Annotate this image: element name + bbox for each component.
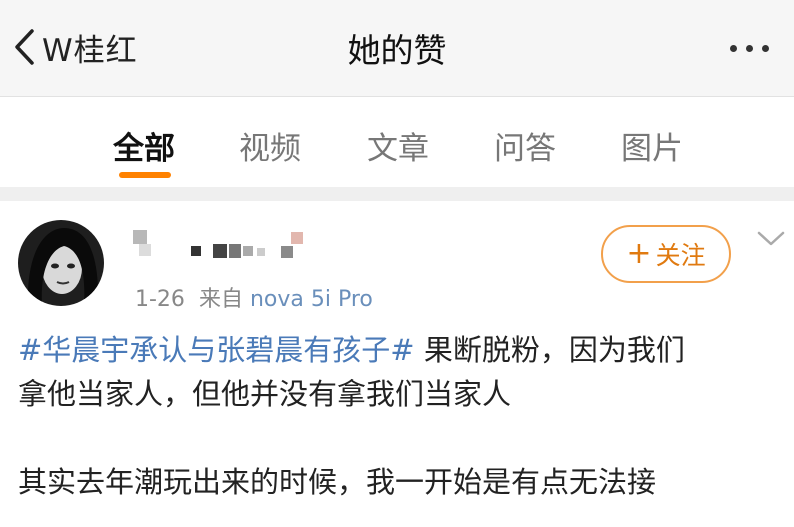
tab-video[interactable]: 视频 [239, 123, 301, 168]
nav-bar: W桂红 她的赞 [0, 0, 794, 97]
chevron-down-icon[interactable] [756, 227, 786, 251]
tab-bar: 全部 视频 文章 问答 图片 [0, 97, 794, 187]
post-line: 拿他当家人，但他并没有拿我们当家人 [18, 377, 512, 411]
more-icon[interactable] [730, 36, 786, 60]
section-divider [0, 187, 794, 201]
page-title: 她的赞 [347, 31, 447, 70]
tab-article[interactable]: 文章 [367, 123, 429, 168]
post-body: #华晨宇承认与张碧晨有孩子# 果断脱粉，因为我们 拿他当家人，但他并没有拿我们当… [18, 328, 788, 504]
post-date: 1-26 [135, 287, 185, 312]
tab-all[interactable]: 全部 [113, 123, 175, 168]
post-source: nova 5i Pro [249, 287, 373, 312]
tab-images[interactable]: 图片 [621, 123, 683, 168]
plus-icon: + [626, 236, 652, 271]
post-line: #华晨宇承认与张碧晨有孩子# 果断脱粉，因为我们 [18, 333, 685, 367]
source-prefix: 来自 [198, 287, 243, 312]
follow-button[interactable]: + 关注 [601, 225, 731, 283]
feed-post: 1-26 来自 nova 5i Pro + 关注 #华晨宇承认与张碧晨有孩子# … [0, 201, 794, 527]
active-tab-indicator [119, 172, 171, 178]
post-meta: 1-26 来自 nova 5i Pro [135, 281, 373, 313]
avatar[interactable] [18, 220, 104, 306]
tab-qa[interactable]: 问答 [494, 123, 556, 168]
hashtag-link[interactable]: #华晨宇承认与张碧晨有孩子# [18, 333, 415, 367]
username-obscured[interactable] [133, 228, 313, 264]
follow-label: 关注 [655, 241, 706, 270]
post-line: 其实去年潮玩出来的时候，我一开始是有点无法接 [18, 465, 657, 499]
